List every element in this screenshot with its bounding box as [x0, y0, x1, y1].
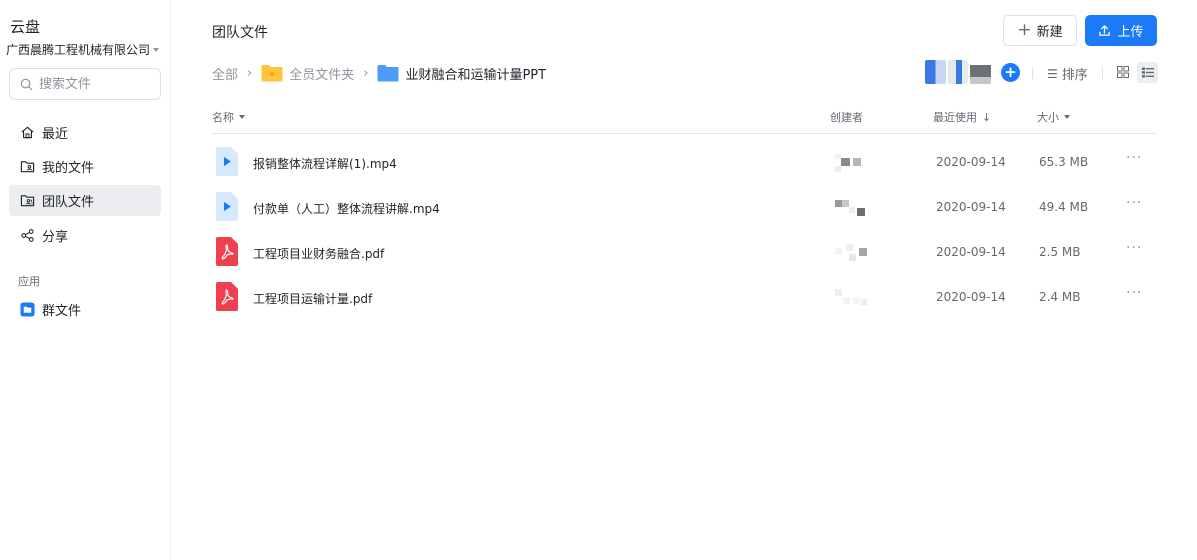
avatar: [947, 60, 969, 84]
column-creator-label: 创建者: [830, 111, 863, 124]
grid-view-icon[interactable]: [1115, 64, 1131, 80]
column-creator: 创建者: [830, 109, 863, 125]
file-date: 2020-09-14: [936, 290, 1006, 304]
list-view-icon[interactable]: [1137, 62, 1158, 83]
member-avatars[interactable]: [925, 60, 993, 84]
file-size: 2.4 MB: [1039, 290, 1081, 304]
more-icon[interactable]: ···: [1126, 195, 1142, 211]
divider: [1102, 67, 1103, 79]
home-icon: [19, 125, 35, 141]
new-button[interactable]: + 新建: [1003, 15, 1077, 46]
chevron-right-icon: ›: [247, 65, 253, 81]
org-name: 广西晨腾工程机械有限公司: [6, 43, 151, 57]
avatar: [833, 242, 869, 264]
nav-item-my-files[interactable]: 我的文件: [9, 151, 161, 182]
breadcrumb-item-all[interactable]: 全部: [212, 64, 238, 83]
nav-item-team-files[interactable]: 团队文件: [9, 185, 161, 216]
file-date: 2020-09-14: [936, 245, 1006, 259]
file-name: 工程项目业财务融合.pdf: [253, 247, 385, 261]
avatar: [925, 60, 946, 84]
divider: [1032, 67, 1033, 79]
page-title: 团队文件: [212, 25, 268, 41]
add-member-button[interactable]: +: [1001, 63, 1020, 82]
video-file-icon: [216, 147, 238, 179]
file-name: 工程项目运输计量.pdf: [253, 292, 373, 306]
upload-icon: [1099, 25, 1111, 36]
search-icon: [20, 78, 33, 90]
upload-button-label: 上传: [1117, 25, 1144, 40]
column-recent-label: 最近使用: [933, 111, 977, 124]
file-name: 报销整体流程详解(1).mp4: [253, 157, 397, 171]
column-size-label: 大小: [1037, 111, 1059, 124]
chevron-right-icon: ›: [363, 65, 369, 81]
sort-label: 排序: [1061, 68, 1088, 83]
avatar: [970, 60, 992, 84]
video-file-icon: [216, 192, 238, 224]
nav-item-group-files[interactable]: 群文件: [9, 294, 161, 325]
breadcrumb: 全部 › 全员文件夹 › 业财融合和运输计量PPT: [212, 62, 546, 84]
more-icon[interactable]: ···: [1126, 285, 1142, 301]
new-button-label: 新建: [1036, 25, 1063, 40]
avatar: [833, 152, 869, 174]
avatar: [833, 287, 869, 309]
table-row[interactable]: 付款单（人工）整体流程讲解.mp4 2020-09-14 49.4 MB ···: [212, 186, 1157, 231]
folder-icon: [377, 64, 399, 82]
share-icon: [19, 228, 35, 244]
table-row[interactable]: 工程项目业财务融合.pdf 2020-09-14 2.5 MB ···: [212, 231, 1157, 276]
main-panel: 团队文件 + 新建 上传 全部 › 全员文件夹 › 业财融合和运输计量PPT +…: [171, 0, 1197, 560]
file-name: 付款单（人工）整体流程讲解.mp4: [253, 202, 440, 216]
my-files-icon: [19, 159, 35, 175]
apps-section-label: 应用: [18, 275, 40, 288]
pdf-file-icon: [216, 237, 238, 269]
file-size: 65.3 MB: [1039, 155, 1089, 169]
file-size: 2.5 MB: [1039, 245, 1081, 259]
search-input[interactable]: [39, 76, 149, 92]
breadcrumb-item-current: 业财融合和运输计量PPT: [405, 67, 547, 83]
caret-down-icon: [239, 115, 245, 119]
org-switcher[interactable]: 广西晨腾工程机械有限公司: [6, 41, 160, 58]
nav-item-recent[interactable]: 最近: [9, 117, 161, 148]
sort-icon: ☰: [1047, 66, 1058, 81]
file-size: 49.4 MB: [1039, 200, 1089, 214]
column-name[interactable]: 名称: [212, 109, 245, 125]
file-date: 2020-09-14: [936, 155, 1006, 169]
more-icon[interactable]: ···: [1126, 240, 1142, 256]
pdf-file-icon: [216, 282, 238, 314]
caret-down-icon: [1064, 115, 1070, 119]
file-date: 2020-09-14: [936, 200, 1006, 214]
sort-button[interactable]: ☰ 排序: [1047, 64, 1088, 84]
nav-item-label: 最近: [42, 127, 69, 142]
search-box[interactable]: [9, 68, 161, 100]
app-title: 云盘: [10, 18, 41, 36]
column-size[interactable]: 大小: [1037, 109, 1070, 125]
arrow-down-icon: ↓: [982, 110, 992, 124]
upload-button[interactable]: 上传: [1085, 15, 1157, 46]
team-files-icon: [19, 193, 35, 209]
caret-down-icon: [153, 47, 160, 52]
table-header: 名称 创建者 最近使用 ↓ 大小: [212, 100, 1157, 134]
plus-icon: +: [1017, 20, 1032, 40]
avatar: [833, 197, 869, 219]
column-recent[interactable]: 最近使用 ↓: [933, 109, 991, 125]
nav-item-label: 我的文件: [42, 161, 95, 176]
nav-item-label: 群文件: [42, 304, 82, 319]
folder-icon: [261, 64, 283, 82]
group-files-icon: [19, 302, 35, 318]
column-name-label: 名称: [212, 111, 234, 124]
breadcrumb-item-all-staff[interactable]: 全员文件夹: [289, 64, 354, 83]
nav-item-label: 分享: [42, 230, 69, 245]
nav-item-label: 团队文件: [42, 195, 95, 210]
nav-item-share[interactable]: 分享: [9, 220, 161, 251]
table-row[interactable]: 报销整体流程详解(1).mp4 2020-09-14 65.3 MB ···: [212, 141, 1157, 186]
sidebar: 云盘 广西晨腾工程机械有限公司 最近 我的文件 团队文件 分享 应用: [0, 0, 171, 560]
table-row[interactable]: 工程项目运输计量.pdf 2020-09-14 2.4 MB ···: [212, 276, 1157, 321]
more-icon[interactable]: ···: [1126, 150, 1142, 166]
